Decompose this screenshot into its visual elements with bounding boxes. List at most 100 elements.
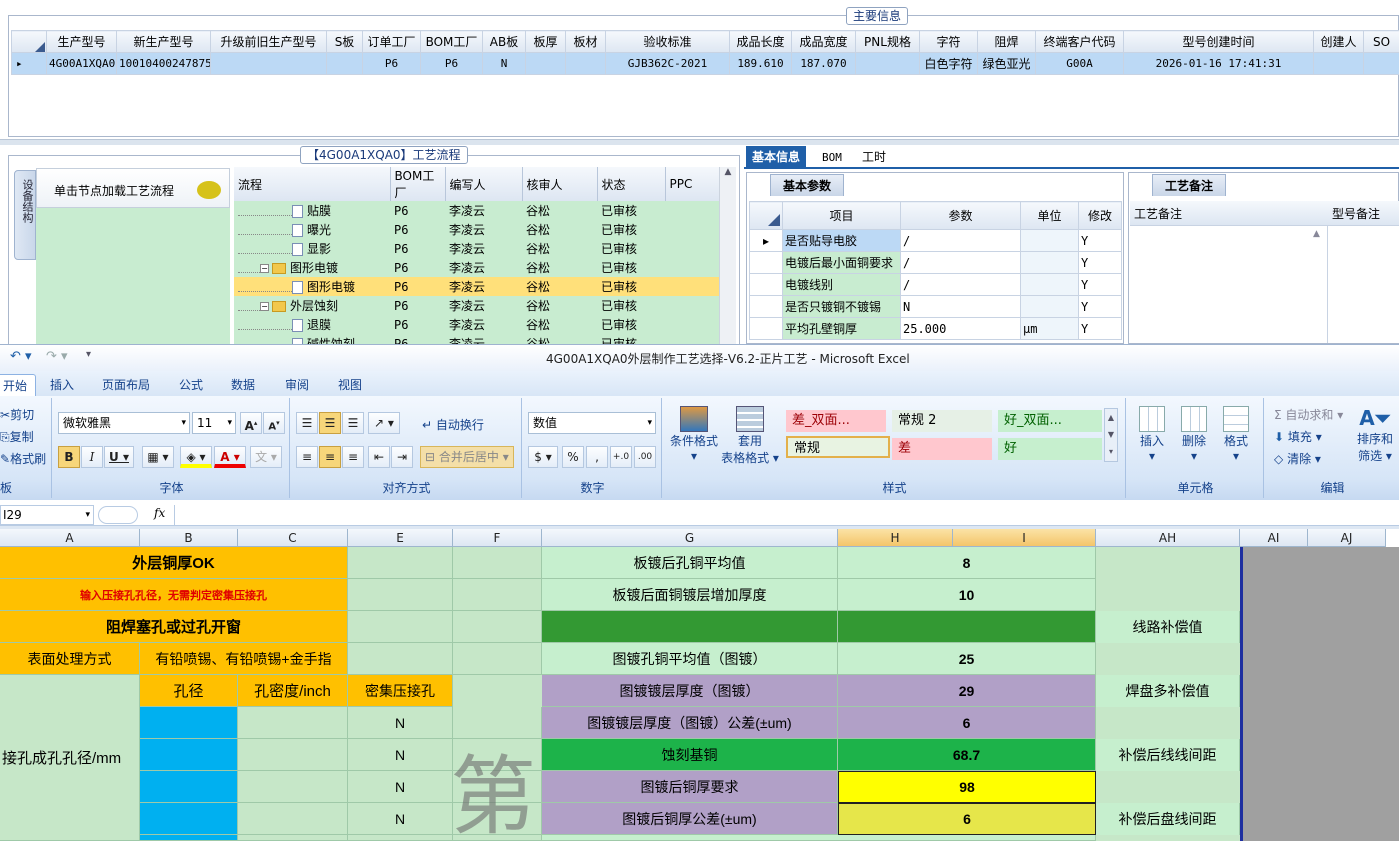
item-cell[interactable]: 是否只镀铜不镀锡 (783, 296, 901, 318)
cell[interactable]: 绿色亚光 (978, 53, 1036, 75)
decrease-decimal-button[interactable]: .00 (634, 446, 656, 468)
modify-cell[interactable]: Y (1079, 318, 1122, 340)
cell[interactable] (526, 53, 566, 75)
flow-row[interactable]: 退膜P6李凌云谷松已审核 (234, 315, 719, 334)
tab-basic-info[interactable]: 基本信息 (746, 146, 806, 168)
ppc-cell[interactable] (665, 258, 719, 277)
unit-cell[interactable] (1021, 230, 1079, 252)
flow-name-cell[interactable]: −图形电镀 (234, 258, 390, 277)
ppc-cell[interactable] (665, 296, 719, 315)
tab-review[interactable]: 审阅 (277, 374, 317, 396)
bold-button[interactable]: B (58, 446, 80, 468)
item-cell[interactable]: 平均孔壁铜厚 (783, 318, 901, 340)
writer-cell[interactable]: 李凌云 (445, 201, 522, 220)
unit-cell[interactable] (1021, 274, 1079, 296)
reviewer-cell[interactable]: 谷松 (522, 201, 597, 220)
col-param[interactable]: 参数 (901, 202, 1021, 230)
cell[interactable] (327, 53, 363, 75)
cell-hi-7[interactable]: 68.7 (838, 739, 1096, 771)
cell-f-1[interactable] (453, 547, 542, 579)
cell-e-2[interactable] (348, 579, 453, 611)
col-item[interactable]: 项目 (783, 202, 901, 230)
increase-indent-button[interactable]: ⇥ (391, 446, 413, 468)
align-bottom-button[interactable]: ☰ (342, 412, 364, 434)
cell-c-9[interactable] (238, 803, 348, 835)
flow-name-cell[interactable]: 显影 (234, 239, 390, 258)
format-as-table-button[interactable]: 套用表格格式 ▾ (720, 406, 780, 466)
delete-cells-button[interactable]: 删除▾ (1178, 406, 1210, 463)
increase-decimal-button[interactable]: +.0 (610, 446, 632, 468)
writer-cell[interactable]: 李凌云 (445, 239, 522, 258)
col-length[interactable]: 成品长度 (730, 31, 792, 53)
sort-filter-button[interactable]: A⏷排序和筛选 ▾ (1354, 406, 1396, 464)
fill-color-button[interactable]: ◈ ▾ (180, 446, 212, 468)
col-header-h[interactable]: H (838, 529, 953, 547)
undo-icon[interactable]: ↶ ▾ (10, 349, 32, 364)
flow-scrollbar[interactable]: ▲ (719, 167, 736, 345)
col-bom-factory[interactable]: BOM工厂 (421, 31, 483, 53)
cell-g-3[interactable] (542, 611, 838, 643)
qat-menu-icon[interactable]: ▾ (86, 349, 91, 360)
ppc-cell[interactable] (665, 315, 719, 334)
cell-ah-3[interactable]: 补偿后线线间距 (1096, 739, 1240, 771)
reviewer-cell[interactable]: 谷松 (522, 239, 597, 258)
col-header-f[interactable]: F (453, 529, 542, 547)
status-cell[interactable]: 已审核 (597, 277, 665, 296)
flow-name-cell[interactable]: 贴膜 (234, 201, 390, 220)
style-normal[interactable]: 常规 (786, 436, 890, 458)
reviewer-cell[interactable]: 谷松 (522, 258, 597, 277)
status-cell[interactable]: 已审核 (597, 220, 665, 239)
align-right-button[interactable]: ≡ (342, 446, 364, 468)
col-width[interactable]: 成品宽度 (792, 31, 856, 53)
modify-cell[interactable]: Y (1079, 230, 1122, 252)
border-button[interactable]: ▦ ▾ (142, 446, 174, 468)
cell-ah-4[interactable]: 补偿后盘线间距 (1096, 803, 1240, 835)
unit-cell[interactable]: μm (1021, 318, 1079, 340)
percent-button[interactable]: % (562, 446, 584, 468)
cell-e5[interactable]: 密集压接孔 (348, 675, 453, 707)
col-process-remark[interactable]: 工艺备注 (1134, 205, 1182, 222)
col-flow[interactable]: 流程 (234, 167, 390, 201)
cell-hi-9[interactable]: 6 (838, 803, 1096, 835)
cell-g-4[interactable]: 图镀孔铜平均值（图镀） (542, 643, 838, 675)
flow-name-cell[interactable]: 退膜 (234, 315, 390, 334)
cell-g-9[interactable]: 图镀后铜厚公差(±um) (542, 803, 838, 835)
number-format-select[interactable]: 数值▾ (528, 412, 656, 434)
bom-cell[interactable]: P6 (390, 296, 445, 315)
col-order-factory[interactable]: 订单工厂 (363, 31, 421, 53)
writer-cell[interactable]: 李凌云 (445, 315, 522, 334)
cell-f-4[interactable] (453, 643, 542, 675)
tab-bom[interactable]: BOM (816, 146, 848, 168)
item-cell[interactable]: 是否贴导电胶 (783, 230, 901, 252)
font-size-select[interactable]: 11▾ (192, 412, 236, 434)
col-reviewer[interactable]: 核审人 (522, 167, 597, 201)
ppc-cell[interactable] (665, 220, 719, 239)
col-old-production-model[interactable]: 升级前旧生产型号 (211, 31, 327, 53)
writer-cell[interactable]: 李凌云 (445, 258, 522, 277)
col-unit[interactable]: 单位 (1021, 202, 1079, 230)
cell[interactable] (211, 53, 327, 75)
scroll-up-icon[interactable]: ▲ (1313, 229, 1320, 239)
col-so[interactable]: SO (1364, 31, 1399, 53)
collapse-icon[interactable]: − (260, 302, 269, 311)
cell[interactable]: P6 (421, 53, 483, 75)
reviewer-cell[interactable]: 谷松 (522, 277, 597, 296)
cell-g-5[interactable]: 图镀镀层厚度（图镀） (542, 675, 838, 707)
cell-e-8[interactable]: N (348, 771, 453, 803)
status-cell[interactable]: 已审核 (597, 315, 665, 334)
col-header-a[interactable]: A (0, 529, 140, 547)
underline-button[interactable]: U ▾ (104, 446, 134, 468)
cell-ah-2[interactable]: 焊盘多补偿值 (1096, 675, 1240, 707)
ppc-cell[interactable] (665, 239, 719, 258)
cell[interactable] (1364, 53, 1399, 75)
ppc-cell[interactable] (665, 201, 719, 220)
cell-hi-2[interactable]: 10 (838, 579, 1096, 611)
cell-a-side[interactable]: 接孔成孔孔径/mm (0, 675, 140, 841)
table-row[interactable]: 平均孔壁铜厚25.000μmY (750, 318, 1122, 340)
cell-hi-1[interactable]: 8 (838, 547, 1096, 579)
param-cell[interactable]: 25.000 (901, 318, 1021, 340)
bom-cell[interactable]: P6 (390, 258, 445, 277)
col-modify[interactable]: 修改 (1079, 202, 1122, 230)
copy-button[interactable]: ⎘复制 (0, 428, 34, 445)
col-customer-code[interactable]: 终端客户代码 (1036, 31, 1124, 53)
